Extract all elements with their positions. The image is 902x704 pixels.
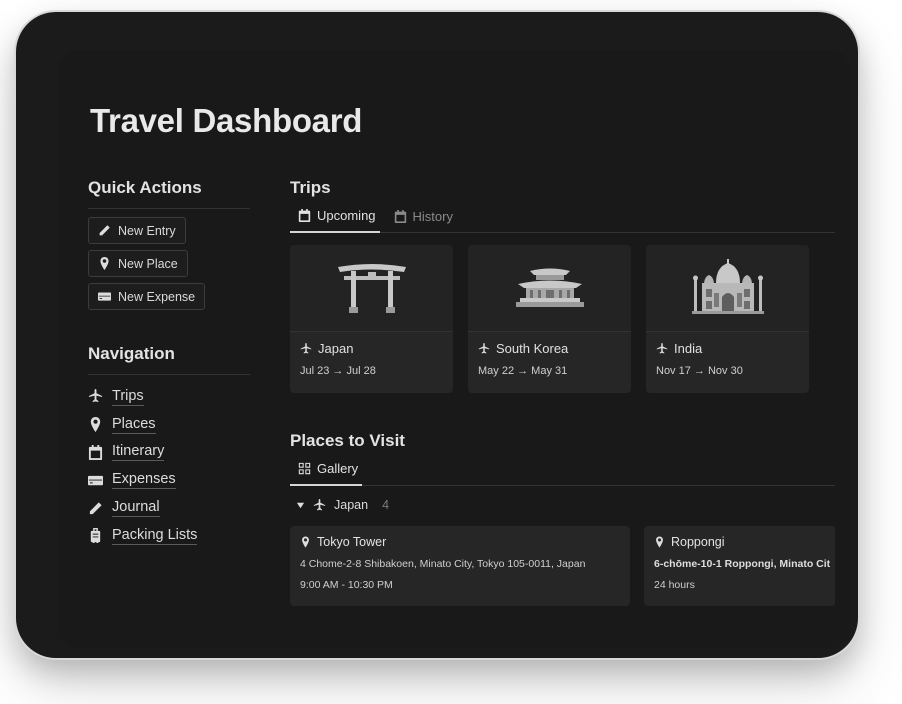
tab-gallery-label: Gallery [317, 461, 359, 476]
gallery-grid-icon [298, 462, 311, 475]
nav-label-expenses: Expenses [112, 471, 176, 490]
nav-item-journal[interactable]: Journal [88, 494, 250, 522]
map-pin-icon [90, 417, 101, 433]
trip-name-text: India [674, 341, 703, 356]
calendar-icon [394, 209, 406, 223]
trip-name: India [646, 332, 809, 356]
map-pin-icon [302, 536, 309, 548]
navigation-section: Navigation Trips Places Itinerary Expens… [88, 344, 250, 550]
airplane-icon [478, 342, 490, 353]
trip-cover [646, 245, 809, 332]
page-title: Travel Dashboard [90, 102, 363, 139]
new-expense-label: New Expense [118, 289, 196, 304]
airplane-icon [88, 389, 103, 403]
map-pin-icon [100, 257, 109, 270]
new-entry-button[interactable]: New Entry [88, 217, 186, 244]
trip-cover [468, 245, 631, 332]
airplane-icon [313, 498, 326, 510]
trips-heading: Trips [290, 178, 331, 197]
nav-item-itinerary[interactable]: Itinerary [88, 439, 250, 467]
caret-down-icon [296, 502, 305, 508]
tab-upcoming-label: Upcoming [317, 208, 376, 223]
trip-cover [290, 245, 453, 332]
right-column: Trips Upcoming History Japan Jul 23 → Ju… [290, 178, 850, 606]
places-section: Places to Visit Gallery Japan 4 Tokyo To… [290, 431, 850, 606]
calendar-icon [298, 209, 311, 222]
trip-card-india[interactable]: India Nov 17 → Nov 30 [646, 245, 809, 393]
trip-name: Japan [290, 332, 453, 356]
place-hours: 9:00 AM - 10:30 PM [300, 579, 393, 591]
trip-dates: Jul 23 → Jul 28 [300, 365, 376, 377]
credit-card-icon [88, 475, 103, 485]
place-address: 4 Chome-2-8 Shibakoen, Minato City, Toky… [300, 558, 586, 570]
tab-upcoming[interactable]: Upcoming [290, 208, 380, 233]
place-address: 6-chōme-10-1 Roppongi, Minato Cit [654, 558, 831, 570]
nav-label-trips: Trips [112, 387, 144, 406]
new-place-button[interactable]: New Place [88, 250, 188, 277]
torii-gate-icon [337, 264, 406, 313]
trips-tabs: Upcoming History [290, 208, 835, 233]
nav-item-trips[interactable]: Trips [88, 383, 250, 411]
quick-actions-list: New Entry New Place New Expense [88, 217, 250, 316]
trip-card-japan[interactable]: Japan Jul 23 → Jul 28 [290, 245, 453, 393]
pencil-icon [89, 501, 102, 514]
trip-name-text: South Korea [496, 341, 569, 356]
group-label: Japan [334, 498, 369, 512]
airplane-icon [656, 342, 668, 353]
places-heading: Places to Visit [290, 431, 405, 450]
place-cards: Tokyo Tower 4 Chome-2-8 Shibakoen, Minat… [290, 526, 835, 606]
taj-mahal-icon [691, 259, 764, 314]
navigation-heading: Navigation [88, 344, 250, 375]
nav-label-places: Places [112, 415, 156, 434]
trip-cards: Japan Jul 23 → Jul 28 South Korea May 22… [290, 245, 850, 393]
place-card-roppongi[interactable]: Roppongi 6-chōme-10-1 Roppongi, Minato C… [644, 526, 835, 606]
trip-dates: May 22 → May 31 [478, 365, 568, 377]
nav-item-expenses[interactable]: Expenses [88, 466, 250, 494]
new-place-label: New Place [118, 256, 178, 271]
nav-label-itinerary: Itinerary [112, 443, 165, 462]
nav-item-packing-lists[interactable]: Packing Lists [88, 522, 250, 550]
tab-gallery[interactable]: Gallery [290, 461, 363, 486]
nav-label-packing-lists: Packing Lists [112, 526, 198, 545]
pencil-icon [99, 225, 110, 236]
map-pin-icon [656, 536, 663, 548]
luggage-icon [90, 528, 101, 544]
quick-actions-heading: Quick Actions [88, 178, 250, 209]
place-name: Roppongi [654, 535, 826, 549]
left-column: Quick Actions New Entry New Place New Ex… [88, 178, 250, 550]
group-count: 4 [382, 498, 390, 512]
credit-card-icon [98, 292, 111, 301]
app-screen: Travel Dashboard Quick Actions New Entry… [58, 50, 850, 648]
nav-item-places[interactable]: Places [88, 411, 250, 439]
trip-card-south-korea[interactable]: South Korea May 22 → May 31 [468, 245, 631, 393]
place-name-text: Tokyo Tower [317, 535, 387, 549]
place-card-tokyo-tower[interactable]: Tokyo Tower 4 Chome-2-8 Shibakoen, Minat… [290, 526, 630, 606]
place-name-text: Roppongi [671, 535, 725, 549]
tab-history-label: History [412, 208, 453, 224]
new-expense-button[interactable]: New Expense [88, 283, 206, 310]
trip-dates: Nov 17 → Nov 30 [656, 365, 743, 377]
tab-history[interactable]: History [386, 208, 457, 232]
tablet-frame: Travel Dashboard Quick Actions New Entry… [16, 12, 858, 658]
places-tabs: Gallery [290, 461, 835, 486]
trip-name-text: Japan [318, 341, 354, 356]
korean-palace-icon [515, 268, 584, 307]
place-hours: 24 hours [654, 579, 695, 591]
group-toggle-japan[interactable]: Japan 4 [290, 486, 850, 512]
airplane-icon [300, 342, 312, 353]
place-name: Tokyo Tower [300, 535, 620, 549]
nav-label-journal: Journal [112, 499, 160, 518]
calendar-icon [88, 444, 103, 460]
new-entry-label: New Entry [118, 223, 176, 238]
trip-name: South Korea [468, 332, 631, 356]
